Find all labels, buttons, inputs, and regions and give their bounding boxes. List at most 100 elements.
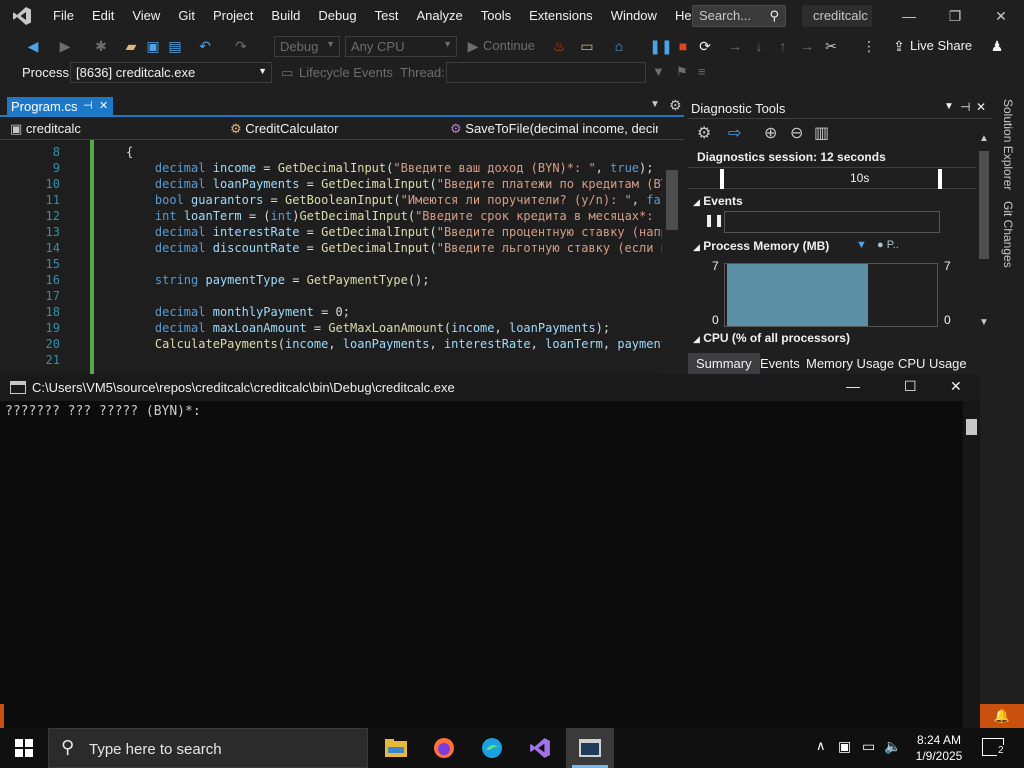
search-input[interactable]: Search... ⚲ (692, 5, 786, 27)
scroll-thumb[interactable] (966, 419, 977, 435)
export-icon[interactable]: ⇨ (728, 123, 741, 143)
file-explorer-icon[interactable] (372, 728, 420, 768)
feedback-icon[interactable]: ♟ (988, 37, 1006, 55)
code-line[interactable]: 16 string paymentType = GetPaymentType()… (0, 272, 662, 288)
step-into-icon[interactable]: ↓ (750, 37, 768, 55)
code-line[interactable]: 13 decimal interestRate = GetDecimalInpu… (0, 224, 662, 240)
window-menu-icon[interactable]: ▼ (944, 101, 954, 112)
undo-icon[interactable]: ↶ (196, 37, 214, 55)
configuration-select[interactable]: Debug ▼ (274, 36, 340, 57)
flag-icon[interactable]: ⚑ (676, 64, 688, 80)
visual-studio-logo-icon[interactable] (0, 0, 44, 32)
overflow-icon[interactable]: ⋮ (860, 37, 878, 55)
restore-icon[interactable]: ❐ (932, 0, 978, 32)
console-scrollbar[interactable] (963, 401, 980, 728)
zoom-in-icon[interactable]: ⊕ (764, 123, 777, 143)
tools-icon[interactable]: ✂ (822, 37, 840, 55)
live-share-button[interactable]: Live Share (910, 38, 972, 53)
tab-cpu-usage[interactable]: CPU Usage (890, 353, 975, 374)
code-line[interactable]: 18 decimal monthlyPayment = 0; (0, 304, 662, 320)
process-memory-section[interactable]: ◢ Process Memory (MB) (693, 239, 829, 253)
lifecycle-events-button[interactable]: Lifecycle Events (299, 65, 393, 80)
notifications-icon[interactable]: 2 (982, 738, 1005, 756)
taskbar-search-box[interactable]: ⚲ Type here to search (48, 728, 368, 768)
pause-events-icon[interactable]: ❚❚ (704, 213, 724, 227)
pause-icon[interactable]: ❚❚ (649, 37, 672, 55)
code-line[interactable]: 12 int loanTerm = (int)GetDecimalInput("… (0, 208, 662, 224)
show-next-icon[interactable]: → (798, 37, 816, 55)
tab-program-cs[interactable]: Program.cs ⊣ ✕ (7, 97, 113, 117)
back-icon[interactable]: ◀ (24, 37, 42, 55)
platform-select[interactable]: Any CPU ▼ (345, 36, 457, 57)
open-folder-icon[interactable]: ▰ (122, 37, 140, 55)
minimize-icon[interactable]: — (886, 0, 932, 32)
solution-explorer-tab[interactable]: Solution Explorer (1001, 99, 1015, 190)
firefox-icon[interactable] (420, 728, 468, 768)
cpu-section[interactable]: ◢ CPU (% of all processors) (693, 331, 850, 345)
solution-name[interactable]: creditcalc (802, 5, 872, 27)
menu-analyze[interactable]: Analyze (407, 0, 471, 32)
code-line[interactable]: 20 CalculatePayments(income, loanPayment… (0, 336, 662, 352)
process-select[interactable]: [8636] creditcalc.exe ▼ (70, 62, 272, 83)
code-line[interactable]: 10 decimal loanPayments = GetDecimalInpu… (0, 176, 662, 192)
scroll-up-icon[interactable]: ▲ (979, 133, 989, 144)
stack-icon[interactable]: ≡ (698, 64, 706, 79)
git-changes-tab[interactable]: Git Changes (1001, 201, 1015, 268)
close-icon[interactable]: ✕ (978, 0, 1024, 32)
edge-icon[interactable] (468, 728, 516, 768)
scroll-down-icon[interactable]: ▼ (979, 317, 989, 328)
stop-icon[interactable]: ■ (674, 37, 692, 55)
project-nav-select[interactable]: ▣ creditcalc (6, 120, 224, 138)
close-tab-icon[interactable]: ✕ (99, 99, 108, 112)
pin-icon[interactable]: ⊣ (83, 99, 93, 112)
notification-bell-icon[interactable]: 🔔 (980, 704, 1024, 728)
menu-git[interactable]: Git (169, 0, 204, 32)
zoom-out-icon[interactable]: ⊖ (790, 123, 803, 143)
forward-icon[interactable]: ▶ (56, 37, 74, 55)
maximize-icon[interactable]: ☐ (904, 378, 917, 395)
code-line[interactable]: 9 decimal income = GetDecimalInput("Введ… (0, 160, 662, 176)
new-project-icon[interactable]: ✱ (92, 37, 110, 55)
step-over-icon[interactable]: → (726, 37, 744, 55)
class-nav-select[interactable]: ⚙ CreditCalculator (226, 120, 442, 138)
menu-debug[interactable]: Debug (309, 0, 365, 32)
pin-icon[interactable]: ⊣ (960, 100, 970, 114)
filter-icon[interactable]: ▼ (652, 64, 665, 79)
continue-button[interactable]: Continue (483, 38, 535, 53)
tab-list-icon[interactable]: ▼ (650, 99, 660, 110)
display-icon[interactable]: ▭ (862, 738, 875, 755)
menu-build[interactable]: Build (262, 0, 309, 32)
visual-studio-taskbar-icon[interactable] (516, 728, 564, 768)
timeline-start-handle[interactable] (720, 169, 724, 189)
continue-icon[interactable]: ▶ (464, 37, 482, 55)
code-line[interactable]: 19 decimal maxLoanAmount = GetMaxLoanAmo… (0, 320, 662, 336)
menu-extensions[interactable]: Extensions (520, 0, 602, 32)
timeline-ruler[interactable]: 10s (688, 167, 976, 189)
scroll-thumb[interactable] (666, 170, 678, 230)
console-taskbar-icon[interactable] (566, 728, 614, 768)
code-editor[interactable]: 8{9 decimal income = GetDecimalInput("Вв… (0, 140, 662, 374)
member-nav-select[interactable]: ⚙ SaveToFile(decimal income, decim (446, 120, 658, 138)
tab-summary[interactable]: Summary (688, 353, 760, 374)
code-line[interactable]: 17 (0, 288, 662, 304)
code-line[interactable]: 8{ (0, 144, 662, 160)
save-all-icon[interactable]: ▤ (166, 37, 184, 55)
settings-icon[interactable]: ⚙ (697, 123, 711, 143)
screenshot-icon[interactable]: ⌂ (610, 37, 628, 55)
settings-icon[interactable]: ⚙ (669, 97, 682, 114)
lifecycle-icon[interactable]: ▭ (281, 65, 293, 81)
browse-icon[interactable]: ▭ (578, 37, 596, 55)
diag-scrollbar[interactable]: ▲ ▼ (976, 131, 992, 331)
restart-icon[interactable]: ⟳ (696, 37, 714, 55)
menu-window[interactable]: Window (602, 0, 666, 32)
thread-select[interactable] (446, 62, 646, 83)
network-icon[interactable]: ▣ (838, 738, 851, 755)
tab-memory-usage[interactable]: Memory Usage (798, 353, 902, 374)
save-icon[interactable]: ▣ (144, 37, 162, 55)
menu-edit[interactable]: Edit (83, 0, 123, 32)
minimize-icon[interactable]: — (846, 378, 860, 394)
hot-reload-icon[interactable]: ♨ (550, 37, 568, 55)
events-section[interactable]: ◢ Events (693, 194, 743, 208)
close-panel-icon[interactable]: ✕ (976, 100, 986, 114)
scroll-thumb[interactable] (979, 151, 989, 259)
